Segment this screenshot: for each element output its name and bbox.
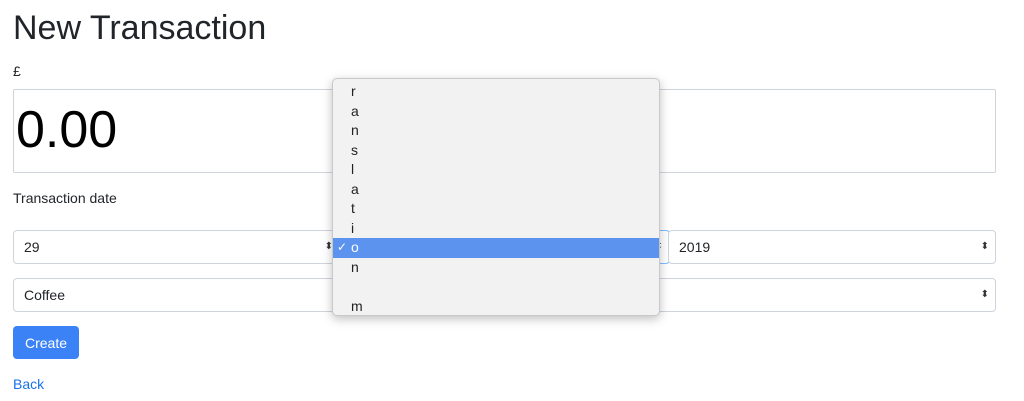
dropdown-option[interactable]: i bbox=[333, 219, 659, 239]
dropdown-option-label: n bbox=[351, 122, 359, 138]
dropdown-option-label: o bbox=[351, 239, 359, 255]
dropdown-option-label: n bbox=[351, 258, 359, 275]
dropdown-option[interactable]: l bbox=[333, 160, 659, 180]
dropdown-option[interactable]: a bbox=[333, 102, 659, 122]
year-select-value: 2019 bbox=[679, 239, 711, 255]
dropdown-option-label: t bbox=[351, 200, 355, 216]
day-select[interactable]: 29 ⬍ bbox=[13, 230, 340, 264]
back-link[interactable]: Back bbox=[13, 376, 44, 392]
dropdown-option-label: a bbox=[351, 102, 359, 119]
month-dropdown-menu: r a n s l a t i ✓ o n m bbox=[332, 78, 660, 316]
currency-symbol-label: £ bbox=[13, 63, 21, 79]
dropdown-option[interactable]: n bbox=[333, 258, 659, 278]
page-title: New Transaction bbox=[13, 9, 267, 47]
dropdown-option-label: r bbox=[351, 83, 356, 99]
select-arrows-icon: ⬍ bbox=[980, 289, 989, 300]
create-button[interactable]: Create bbox=[13, 326, 79, 359]
dropdown-option[interactable]: s bbox=[333, 141, 659, 161]
dropdown-option[interactable]: t bbox=[333, 199, 659, 219]
dropdown-option[interactable]: a bbox=[333, 180, 659, 200]
select-arrows-icon: ⬍ bbox=[980, 241, 989, 252]
dropdown-option[interactable]: r bbox=[333, 82, 659, 102]
new-transaction-page: New Transaction £ 0.00 Transaction date … bbox=[0, 0, 1024, 401]
dropdown-option-label: m bbox=[351, 297, 363, 314]
transaction-date-label: Transaction date bbox=[13, 190, 117, 206]
dropdown-option-label: l bbox=[351, 161, 355, 177]
dropdown-option[interactable]: ✓ o bbox=[333, 238, 659, 258]
dropdown-option-label: s bbox=[351, 141, 358, 158]
day-select-value: 29 bbox=[24, 239, 40, 255]
checkmark-icon: ✓ bbox=[337, 240, 348, 254]
category-select-value: Coffee bbox=[24, 287, 65, 303]
year-select[interactable]: 2019 ⬍ bbox=[668, 230, 996, 264]
dropdown-option-label: a bbox=[351, 180, 359, 197]
dropdown-option[interactable]: n bbox=[333, 121, 659, 141]
dropdown-option[interactable] bbox=[333, 277, 659, 297]
dropdown-option[interactable]: m bbox=[333, 297, 659, 317]
dropdown-option-label: i bbox=[351, 219, 355, 236]
